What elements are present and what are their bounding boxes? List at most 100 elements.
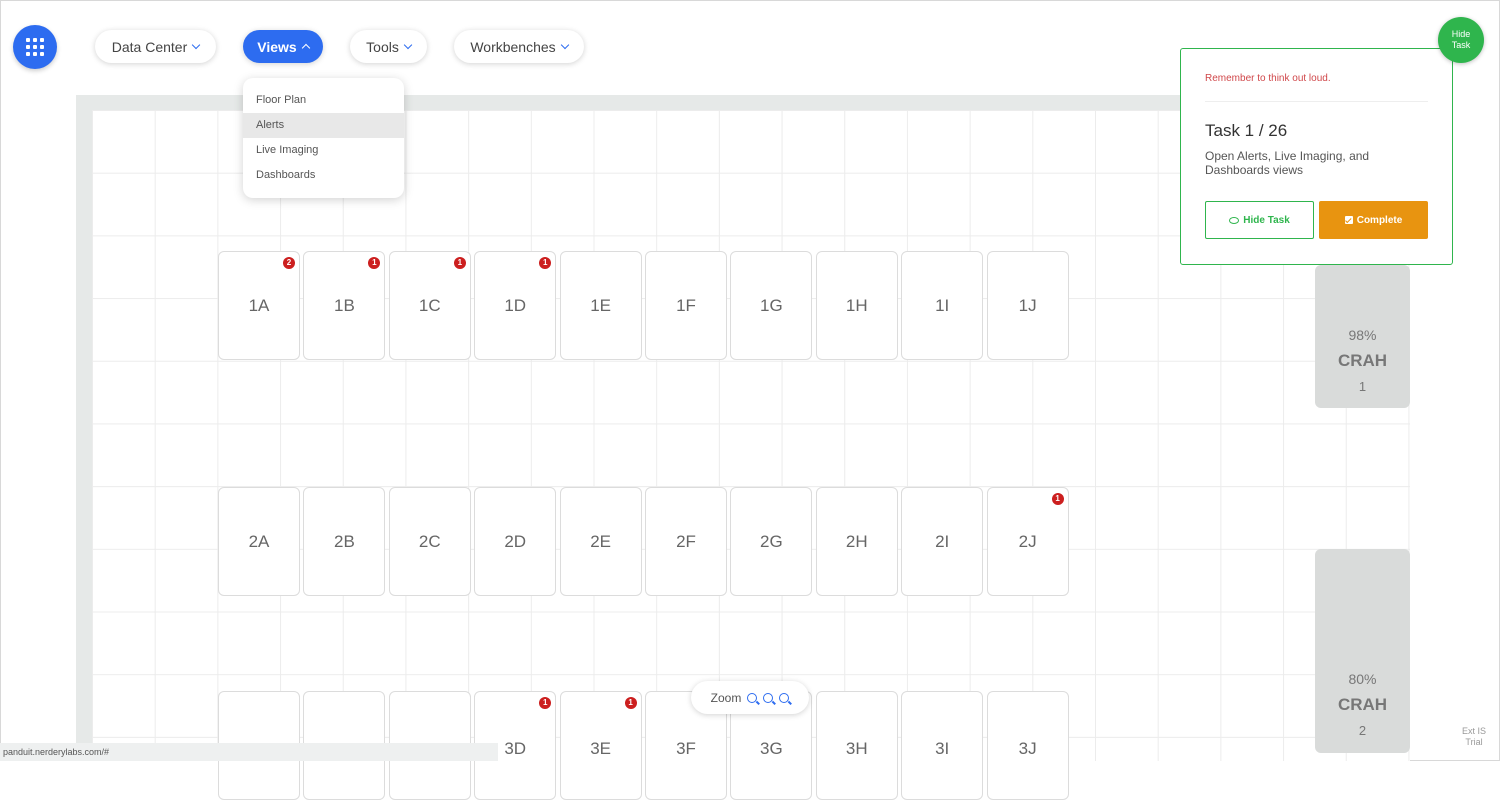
- hide-task-toggle[interactable]: Hide Task: [1438, 17, 1484, 63]
- zoom-in-icon[interactable]: [747, 692, 758, 703]
- rack-tile[interactable]: 2E: [559, 487, 642, 596]
- rack-label: 2C: [418, 531, 441, 551]
- checkbox-icon: [1344, 216, 1353, 224]
- rack-label: 3D: [504, 739, 527, 758]
- rack-tile[interactable]: 1H: [815, 251, 898, 360]
- crah-unit-1[interactable]: 98% CRAH 1: [1315, 265, 1410, 408]
- rack-tile[interactable]: 1B 1: [303, 251, 386, 360]
- rack-tile[interactable]: 3I: [901, 691, 984, 800]
- rack-label: 3G: [760, 739, 783, 758]
- rack-label: 1F: [676, 295, 696, 315]
- menu-item-live-imaging[interactable]: Live Imaging: [243, 138, 404, 163]
- rack-tile[interactable]: 2I: [901, 487, 984, 596]
- corner-line1: Ext IS: [1462, 726, 1487, 736]
- complete-label: Complete: [1356, 214, 1403, 226]
- rack-tile[interactable]: 2A: [218, 487, 300, 596]
- zoom-reset-icon[interactable]: [779, 692, 790, 703]
- rack-tile[interactable]: 3H: [815, 691, 898, 800]
- rack-label: 1B: [333, 295, 355, 315]
- rack-tile[interactable]: 2H: [815, 487, 898, 596]
- rack-label: 2H: [845, 531, 868, 551]
- crah-number: 2: [1358, 723, 1367, 738]
- task-panel: Remember to think out loud. Task 1 / 26 …: [1180, 48, 1453, 265]
- apps-menu-button[interactable]: [13, 25, 57, 69]
- complete-button[interactable]: Complete: [1319, 201, 1428, 239]
- corner-line2: Trial: [1465, 737, 1483, 747]
- rack-tile[interactable]: 2G: [730, 487, 813, 596]
- alert-count-badge: 1: [539, 697, 552, 709]
- task-divider: [1205, 101, 1428, 102]
- views-dropdown: Floor Plan Alerts Live Imaging Dashboard…: [243, 78, 404, 198]
- rack-tile[interactable]: 1G: [730, 251, 813, 360]
- rack-label: 3H: [845, 739, 868, 758]
- menu-item-dashboards[interactable]: Dashboards: [243, 163, 404, 188]
- zoom-control: Zoom: [691, 681, 809, 714]
- task-description: Open Alerts, Live Imaging, and Dashboard…: [1205, 149, 1370, 177]
- crah-unit-2[interactable]: 80% CRAH 2: [1315, 549, 1410, 753]
- nav-views-label: Views: [257, 38, 297, 55]
- hide-task-label: Hide Task: [1243, 214, 1290, 226]
- rack-label: 1I: [935, 295, 950, 315]
- rack-tile[interactable]: 1A 2: [218, 251, 300, 360]
- nav-workbenches[interactable]: Workbenches: [454, 30, 584, 63]
- alert-count-badge: 1: [368, 257, 381, 269]
- rack-tile[interactable]: 1J: [986, 251, 1069, 360]
- rack-label: 2A: [248, 531, 270, 551]
- zoom-out-icon[interactable]: [763, 692, 774, 703]
- rack-tile[interactable]: 1I: [901, 251, 984, 360]
- chevron-up-icon: [301, 43, 310, 53]
- rack-label: 3I: [935, 739, 950, 758]
- nav-tools[interactable]: Tools: [350, 30, 427, 63]
- hide-task-button[interactable]: Hide Task: [1205, 201, 1314, 239]
- zoom-label: Zoom: [710, 690, 742, 705]
- rack-label: 2I: [935, 531, 950, 551]
- rack-tile[interactable]: 1C 1: [388, 251, 471, 360]
- rack-tile[interactable]: 3J: [986, 691, 1069, 800]
- rack-tile[interactable]: 2C: [388, 487, 471, 596]
- rack-tile[interactable]: 1E: [559, 251, 642, 360]
- rack-label: 1E: [590, 295, 611, 315]
- rack-label: 1D: [504, 295, 527, 315]
- rack-tile[interactable]: 3E 1: [559, 691, 642, 800]
- rack-label: 2F: [676, 531, 696, 551]
- crah-utilization: 80%: [1348, 671, 1377, 687]
- alert-count-badge: 2: [283, 257, 295, 269]
- rack-tile[interactable]: 2D: [474, 487, 557, 596]
- task-title: Task 1 / 26: [1205, 121, 1288, 140]
- alert-count-badge: 1: [453, 257, 466, 269]
- nav-views[interactable]: Views: [243, 30, 323, 63]
- nav-workbenches-label: Workbenches: [470, 38, 556, 55]
- menu-item-floor-plan[interactable]: Floor Plan: [243, 88, 404, 113]
- rack-tile[interactable]: 2J 1: [986, 487, 1069, 596]
- crah-number: 1: [1358, 379, 1367, 394]
- crah-name: CRAH: [1337, 695, 1388, 714]
- chevron-down-icon: [403, 40, 413, 50]
- crah-name: CRAH: [1337, 351, 1388, 370]
- chevron-down-icon: [560, 40, 569, 50]
- rack-label: 2G: [760, 531, 783, 551]
- eye-icon: [1229, 216, 1240, 224]
- rack-tile[interactable]: 2B: [303, 487, 386, 596]
- rack-label: 2J: [1018, 531, 1037, 551]
- rack-label: 2E: [590, 531, 611, 551]
- rack-label: 1A: [248, 295, 270, 315]
- apps-grid-icon: [26, 38, 44, 56]
- rack-label: 1G: [760, 295, 783, 315]
- rack-label: 3E: [590, 739, 611, 758]
- chevron-down-icon: [191, 40, 201, 50]
- rack-label: 2D: [504, 531, 527, 551]
- menu-item-alerts[interactable]: Alerts: [243, 113, 404, 138]
- rack-tile[interactable]: 2F: [645, 487, 727, 596]
- alert-count-badge: 1: [1051, 493, 1064, 505]
- hide-task-toggle-line2: Task: [1451, 40, 1471, 50]
- corner-watermark: Ext IS Trial: [1462, 726, 1486, 748]
- rack-tile[interactable]: 1F: [645, 251, 727, 360]
- nav-data-center[interactable]: Data Center: [95, 30, 216, 63]
- rack-label: 3J: [1018, 739, 1037, 758]
- crah-utilization: 98%: [1348, 327, 1377, 343]
- rack-tile[interactable]: 1D 1: [474, 251, 557, 360]
- alert-count-badge: 1: [539, 257, 552, 269]
- rack-label: 2B: [333, 531, 355, 551]
- status-bar-url: panduit.nerderylabs.com/#: [0, 743, 498, 761]
- nav-data-center-label: Data Center: [111, 38, 188, 55]
